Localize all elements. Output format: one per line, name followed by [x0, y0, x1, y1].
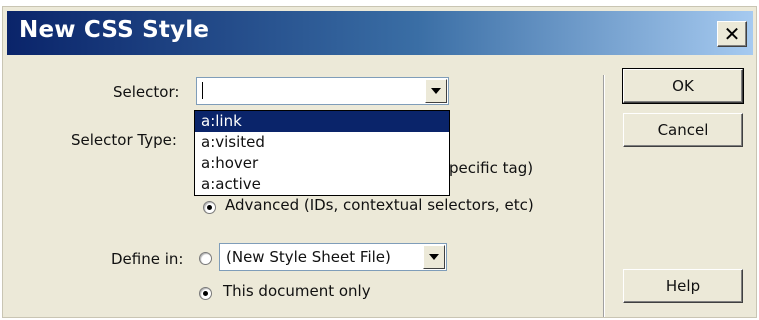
dropdown-option-a-active[interactable]: a:active — [195, 174, 449, 195]
selector-dropdown-list: a:link a:visited a:hover a:active — [194, 110, 450, 196]
help-button-label: Help — [665, 277, 701, 295]
cancel-button[interactable]: Cancel — [623, 113, 743, 147]
selector-label: Selector: — [113, 83, 180, 101]
stylesheet-value: (New Style Sheet File) — [226, 248, 391, 266]
ok-button-label: OK — [672, 77, 694, 95]
dropdown-option-a-hover[interactable]: a:hover — [195, 153, 449, 174]
define-in-stylesheet-radio[interactable] — [199, 252, 212, 265]
title-bar: New CSS Style ✕ — [7, 11, 753, 55]
selector-type-label: Selector Type: — [71, 131, 177, 149]
ok-button[interactable]: OK — [622, 68, 744, 104]
type-tag-option-text: pecific tag) — [449, 159, 534, 177]
dialog-title: New CSS Style — [19, 17, 210, 43]
type-advanced-label: Advanced (IDs, contextual selectors, etc… — [225, 196, 534, 214]
selector-dropdown-button[interactable] — [425, 79, 447, 103]
text-cursor — [202, 82, 203, 99]
dropdown-option-a-link[interactable]: a:link — [195, 111, 449, 132]
new-css-style-dialog: New CSS Style ✕ Selector: Selector Type:… — [2, 6, 757, 318]
vertical-divider — [603, 75, 605, 317]
dropdown-option-a-visited[interactable]: a:visited — [195, 132, 449, 153]
selector-combobox[interactable] — [196, 77, 449, 105]
cancel-button-label: Cancel — [657, 121, 709, 139]
this-document-only-label: This document only — [223, 282, 371, 300]
help-button[interactable]: Help — [623, 269, 743, 303]
close-button[interactable]: ✕ — [717, 21, 747, 47]
this-document-only-radio[interactable] — [199, 287, 212, 300]
chevron-down-icon — [429, 254, 439, 260]
stylesheet-dropdown-button[interactable] — [423, 245, 445, 269]
define-in-label: Define in: — [111, 250, 184, 268]
type-advanced-radio[interactable] — [203, 201, 216, 214]
chevron-down-icon — [431, 88, 441, 94]
close-icon: ✕ — [723, 22, 741, 46]
stylesheet-combobox[interactable]: (New Style Sheet File) — [219, 243, 447, 271]
